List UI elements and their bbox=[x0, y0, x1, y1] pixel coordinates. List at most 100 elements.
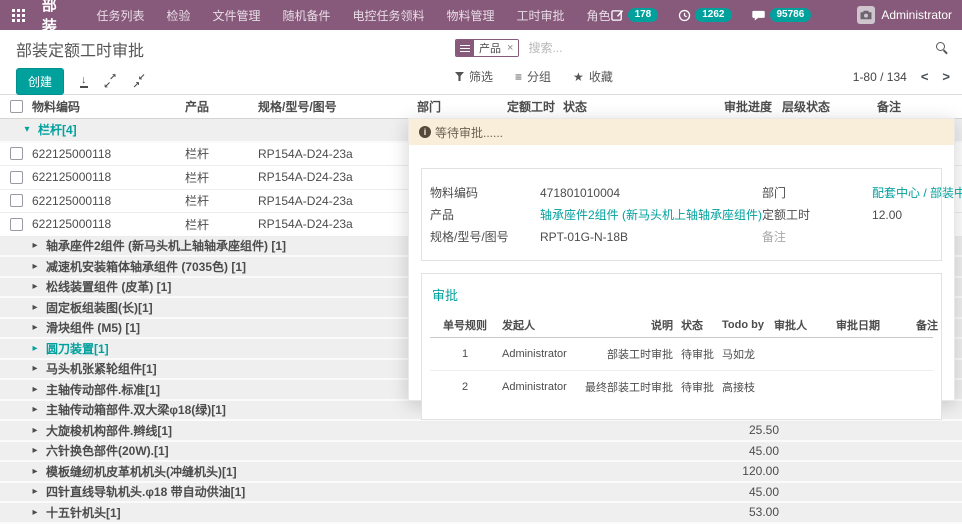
favorite-star-icon: ★ bbox=[573, 70, 584, 84]
header-note[interactable]: 备注 bbox=[877, 98, 962, 115]
apps-grid-glyph bbox=[12, 9, 25, 22]
nav-menu-item-file-mgmt[interactable]: 文件管理 bbox=[212, 7, 260, 24]
approval-header-description: 说明 bbox=[580, 313, 675, 338]
chat-badge[interactable]: 95786 bbox=[752, 8, 812, 22]
group-label-wrap: ▸十五针机头[1] bbox=[0, 504, 690, 521]
list-header-row: 物料编码 产品 规格/型号/图号 部门 定额工时 状态 审批进度 层级状态 备注 bbox=[0, 95, 962, 119]
caret-right-icon: ▸ bbox=[30, 445, 40, 456]
collapse-all-icon[interactable]: ↗ ↙ bbox=[133, 75, 146, 88]
header-product[interactable]: 产品 bbox=[185, 98, 258, 115]
group-label: 松线装置组件 (皮革) [1] bbox=[46, 278, 171, 295]
header-hierarchy-status[interactable]: 层级状态 bbox=[780, 98, 877, 115]
approval-cell-approver bbox=[772, 371, 834, 404]
create-button[interactable]: 创建 bbox=[16, 68, 64, 95]
nav-menu-item-task-list[interactable]: 任务列表 bbox=[96, 7, 144, 24]
group-row[interactable]: ▸大旋梭机构部件.辫线[1] 25.50 bbox=[0, 421, 962, 442]
group-sum: 45.00 bbox=[690, 485, 785, 499]
cell-product: 栏杆 bbox=[185, 192, 258, 209]
approval-cell-initiator: Administrator bbox=[500, 338, 580, 371]
search-input[interactable] bbox=[526, 40, 936, 56]
row-checkbox[interactable] bbox=[10, 171, 23, 184]
group-label: 滑块组件 (M5) [1] bbox=[46, 319, 140, 336]
favorites-menu[interactable]: ★ 收藏 bbox=[573, 68, 613, 85]
group-label: 轴承座件2组件 (新马头机上轴轴承座组件) [1] bbox=[46, 237, 286, 254]
select-all-cell bbox=[0, 100, 32, 113]
nav-menu-item-roles[interactable]: 角色 bbox=[587, 7, 611, 24]
nav-menu-item-spare-parts[interactable]: 随机备件 bbox=[282, 7, 330, 24]
group-sum: 120.00 bbox=[690, 464, 785, 478]
pager-range: 1-80 / 134 bbox=[853, 70, 907, 84]
group-row[interactable]: ▸六针换色部件(20W).[1] 45.00 bbox=[0, 442, 962, 463]
groupby-menu[interactable]: ≡ 分组 bbox=[515, 68, 551, 85]
group-row[interactable]: ▸模板缝纫机皮革机机头(冲缝机头)[1] 120.00 bbox=[0, 462, 962, 483]
header-material-code[interactable]: 物料编码 bbox=[32, 98, 185, 115]
search-icon[interactable] bbox=[936, 42, 948, 54]
approval-row: 2 Administrator 最终部装工时审批 待审批 高接枝 bbox=[430, 371, 933, 404]
user-menu[interactable]: Administrator bbox=[857, 6, 952, 24]
control-panel-right: 产品 × 筛选 ≡ 分组 ★ 收藏 1-80 / 134 < > bbox=[455, 30, 962, 94]
search-facet-product[interactable]: 产品 × bbox=[455, 39, 519, 57]
chat-bubble-icon bbox=[752, 9, 766, 22]
export-arrow-glyph: ↓ bbox=[81, 75, 87, 85]
header-standard-hours[interactable]: 定额工时 bbox=[507, 98, 555, 115]
approval-table: 单号规则 发起人 说明 状态 Todo by 审批人 审批日期 备注 1 Adm… bbox=[430, 313, 933, 403]
header-status[interactable]: 状态 bbox=[555, 98, 700, 115]
group-row[interactable]: ▸四针直线导轨机头.φ18 带自动供油[1] 45.00 bbox=[0, 483, 962, 504]
approval-cell-approver bbox=[772, 338, 834, 371]
cell-material-code: 622125000118 bbox=[32, 170, 185, 184]
navbar-right: 178 1262 95786 Administrator bbox=[611, 6, 952, 24]
pending-approval-banner: i 等待审批...... bbox=[409, 119, 954, 145]
nav-menu-item-elec-picking[interactable]: 电控任务领料 bbox=[353, 7, 425, 24]
apps-grid-icon[interactable] bbox=[10, 9, 28, 22]
header-spec[interactable]: 规格/型号/图号 bbox=[258, 98, 417, 115]
nav-menu-item-material-mgmt[interactable]: 物料管理 bbox=[447, 7, 495, 24]
row-checkbox[interactable] bbox=[10, 147, 23, 160]
control-panel-left: 部装定额工时审批 创建 ↓ ↗ ↙ ↗ ↙ bbox=[0, 30, 455, 94]
select-all-checkbox[interactable] bbox=[10, 100, 23, 113]
cell-product: 栏杆 bbox=[185, 145, 258, 162]
nav-menu-item-hours-approval[interactable]: 工时审批 bbox=[517, 7, 565, 24]
messages-count: 178 bbox=[628, 8, 659, 22]
field-value-link[interactable]: 配套中心 / 部装中队 bbox=[872, 184, 962, 203]
cell-material-code: 622125000118 bbox=[32, 194, 185, 208]
pager: 1-80 / 134 < > bbox=[853, 69, 950, 84]
caret-right-icon: ▸ bbox=[30, 507, 40, 518]
cell-product: 栏杆 bbox=[185, 169, 258, 186]
nav-menu-item-inspection[interactable]: 检验 bbox=[166, 7, 190, 24]
row-checkbox[interactable] bbox=[10, 194, 23, 207]
filters-label: 筛选 bbox=[469, 68, 493, 85]
group-label: 六针换色部件(20W).[1] bbox=[46, 442, 169, 459]
cell-spec: RP154A-D24-23a bbox=[258, 194, 417, 208]
export-icon[interactable]: ↓ bbox=[80, 75, 88, 88]
activities-clock-icon bbox=[678, 9, 691, 22]
approval-header-date: 审批日期 bbox=[834, 313, 914, 338]
field-value-link[interactable]: 轴承座件2组件 (新马头机上轴轴承座组件) bbox=[540, 206, 762, 225]
pager-prev-button[interactable]: < bbox=[921, 69, 929, 84]
group-row[interactable]: ▸十五针机头[1] 53.00 bbox=[0, 503, 962, 524]
row-select-cell bbox=[0, 171, 32, 184]
field-department: 部门 配套中心 / 部装中队 bbox=[762, 184, 962, 203]
activities-count: 1262 bbox=[695, 8, 731, 22]
banner-text: 等待审批...... bbox=[435, 124, 503, 141]
group-label: 模板缝纫机皮革机机头(冲缝机头)[1] bbox=[46, 463, 237, 480]
row-select-cell bbox=[0, 218, 32, 231]
pager-next-button[interactable]: > bbox=[942, 69, 950, 84]
search-facet-label: 产品 bbox=[474, 40, 506, 56]
activities-badge[interactable]: 1262 bbox=[678, 8, 731, 22]
facet-remove-icon[interactable]: × bbox=[506, 40, 518, 56]
messages-icon bbox=[611, 9, 624, 22]
approval-header-todo-by: Todo by bbox=[720, 313, 772, 338]
header-approval-progress[interactable]: 审批进度 bbox=[700, 98, 780, 115]
messages-badge[interactable]: 178 bbox=[611, 8, 659, 22]
expand-all-icon[interactable]: ↗ ↙ bbox=[104, 75, 117, 88]
group-label: 栏杆[4] bbox=[38, 121, 77, 138]
approval-card: 审批 单号规则 发起人 说明 状态 Todo by 审批人 审批日期 备注 1 … bbox=[421, 273, 942, 420]
header-department[interactable]: 部门 bbox=[417, 98, 507, 115]
record-fields-card: 物料编码 471801010004 产品 轴承座件2组件 (新马头机上轴轴承座组… bbox=[421, 168, 942, 261]
caret-right-icon: ▸ bbox=[30, 302, 40, 313]
approval-cell-todo-by: 高接枝 bbox=[720, 371, 772, 404]
approval-cell-note bbox=[914, 371, 933, 404]
row-checkbox[interactable] bbox=[10, 218, 23, 231]
filters-menu[interactable]: 筛选 bbox=[455, 68, 493, 85]
group-label: 主轴传动部件.标准[1] bbox=[46, 381, 160, 398]
